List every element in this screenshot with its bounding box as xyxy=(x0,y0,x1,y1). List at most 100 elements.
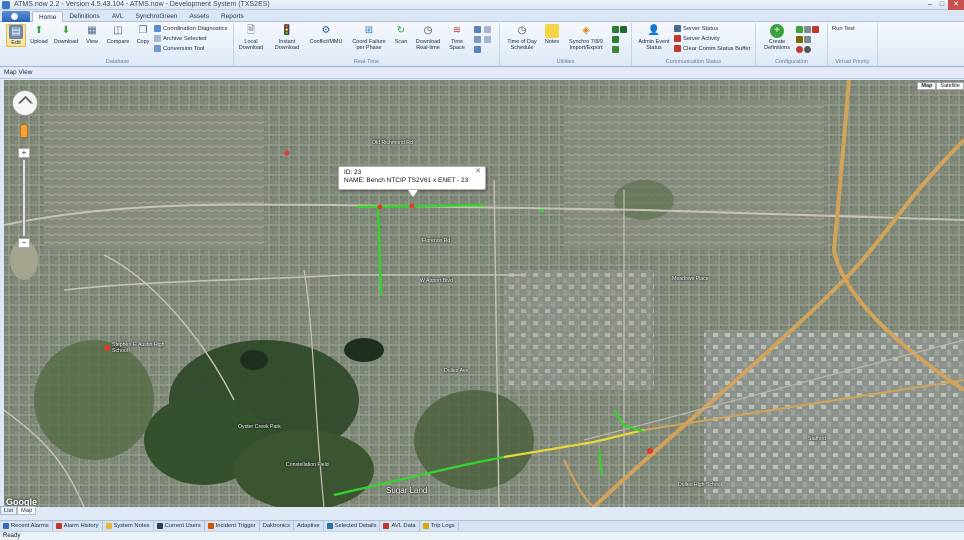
conflict-mmu-button[interactable]: ⚙ Conflict/MMU xyxy=(306,24,346,46)
zoom-slider[interactable]: + − xyxy=(18,148,30,248)
map-tab[interactable]: Map xyxy=(17,506,37,515)
time-of-day-schedule-button[interactable]: ◷ Time of Day Schedule xyxy=(504,24,540,52)
export-icon[interactable] xyxy=(620,26,627,33)
tab-system-notes[interactable]: System Notes xyxy=(103,521,154,531)
map-canvas[interactable]: Old Richmond Rd Florence Rd W Airport Bl… xyxy=(4,80,964,507)
admin-event-status-button[interactable]: 👤 Admin Event Status xyxy=(636,24,672,52)
notes-button[interactable]: Notes xyxy=(542,24,562,45)
map-view-header: Map View xyxy=(0,67,964,79)
tab-recent-alarms[interactable]: Recent Alarms xyxy=(0,521,53,531)
settings-icon[interactable] xyxy=(484,36,491,43)
zoom-out-button[interactable]: − xyxy=(18,238,30,248)
tab-avl[interactable]: AVL xyxy=(106,11,130,22)
zoom-track[interactable] xyxy=(22,159,26,237)
app-orb-icon xyxy=(11,13,18,20)
archive-selected-button[interactable]: Archive Selected xyxy=(154,34,207,43)
map-type-satellite[interactable]: Satellite xyxy=(936,82,964,90)
docked-panel-tabs: Recent Alarms Alarm History System Notes… xyxy=(0,520,964,531)
scan-button[interactable]: ↻ Scan xyxy=(392,24,410,46)
maximize-button[interactable]: □ xyxy=(936,0,948,10)
archive-icon xyxy=(154,35,161,42)
instant-download-button[interactable]: 🚦 Instant Download xyxy=(270,24,304,52)
pan-control[interactable] xyxy=(12,90,38,116)
copy-button[interactable]: ❐ Copy xyxy=(134,24,152,46)
ribbon-tab-bar: Home Definitions AVL SynchroGreen Assets… xyxy=(0,10,964,22)
tab-incident-trigger[interactable]: Incident Trigger xyxy=(205,521,260,531)
activity-icon xyxy=(674,35,681,42)
tab-avl-data[interactable]: AVL Data xyxy=(380,521,420,531)
map-type-map[interactable]: Map xyxy=(917,82,937,90)
tab-adaptive[interactable]: Adaptive xyxy=(294,521,324,531)
group-database-label: Database xyxy=(105,59,130,65)
download-button[interactable]: ⬇ Download xyxy=(52,24,80,46)
list-icon[interactable] xyxy=(474,46,481,53)
edit-button[interactable]: ▤ Edit xyxy=(6,24,26,47)
coordination-diagnostics-button[interactable]: Coordination Diagnostics xyxy=(154,24,227,33)
synchro-import-export-button[interactable]: ◈ Synchro 7/8/9 Import/Export xyxy=(564,24,608,52)
map-label-stafford: Stafford xyxy=(808,436,827,442)
run-test-button[interactable]: Run Test xyxy=(832,24,855,33)
upload-button[interactable]: ⬆ Upload xyxy=(28,24,50,46)
window-title: ATMS.now 2.2 - Version 4.5.43.104 - ATMS… xyxy=(14,1,270,8)
group-virtual-priority: Run Test Virtual Priority xyxy=(828,23,878,66)
group-utilities: ◷ Time of Day Schedule Notes ◈ Synchro 7… xyxy=(500,23,632,66)
table-icon[interactable] xyxy=(484,26,491,33)
diagnostics-icon xyxy=(154,25,161,32)
tab-synchrogreen[interactable]: SynchroGreen xyxy=(130,11,184,22)
sheet-icon[interactable] xyxy=(612,36,619,43)
tab-daktronics[interactable]: Daktronics xyxy=(260,521,295,531)
satellite-imagery xyxy=(4,80,964,507)
clear-comm-status-buffer-button[interactable]: Clear Comm Status Buffer xyxy=(674,44,751,53)
stop-icon[interactable] xyxy=(796,46,803,53)
map-label-dulles-high-school: Dulles High School xyxy=(678,482,722,488)
status-text: Ready xyxy=(3,533,21,539)
view-icon: ▦ xyxy=(87,25,97,36)
grid-icon[interactable] xyxy=(474,36,481,43)
list-map-tabs: List Map xyxy=(0,506,37,516)
toggle-icon[interactable] xyxy=(804,26,811,33)
conversion-tool-button[interactable]: Conversion Tool xyxy=(154,44,204,53)
tab-current-users[interactable]: Current Users xyxy=(154,521,205,531)
application-menu-button[interactable] xyxy=(2,11,30,22)
zoom-in-button[interactable]: + xyxy=(18,148,30,158)
chart-icon[interactable] xyxy=(474,26,481,33)
create-definitions-button[interactable]: + Create Definitions xyxy=(760,24,794,51)
close-button[interactable]: ✕ xyxy=(948,0,964,10)
config-icon[interactable] xyxy=(804,36,811,43)
view-button[interactable]: ▦ View xyxy=(82,24,102,46)
time-space-button[interactable]: ≋ Time Space xyxy=(446,24,468,52)
tab-reports[interactable]: Reports xyxy=(215,11,250,22)
record-icon[interactable] xyxy=(804,46,811,53)
compare-button[interactable]: ◫ Compare xyxy=(104,24,132,46)
street-view-pegman-icon[interactable] xyxy=(20,124,28,138)
server-activity-button[interactable]: Server Activity xyxy=(674,34,720,43)
group-communication-label: Communication Status xyxy=(665,59,722,65)
tab-home[interactable]: Home xyxy=(32,11,64,22)
server-status-button[interactable]: Server Status xyxy=(674,24,718,33)
coord-failure-button[interactable]: ⊞ Coord Failure per Phase xyxy=(348,24,390,52)
excel-icon[interactable] xyxy=(612,26,619,33)
edit-icon: ▤ xyxy=(9,25,23,39)
tab-definitions[interactable]: Definitions xyxy=(63,11,105,22)
popup-close-icon[interactable]: ✕ xyxy=(475,168,481,176)
tab-selected-details[interactable]: Selected Details xyxy=(324,521,381,531)
arrow-icon[interactable] xyxy=(612,46,619,53)
user-icon: 👤 xyxy=(647,25,661,36)
popup-pointer xyxy=(408,190,418,197)
upload-icon: ⬆ xyxy=(34,25,44,36)
flag-icon[interactable] xyxy=(812,26,819,33)
avl-icon xyxy=(383,523,390,529)
minimize-button[interactable]: – xyxy=(924,0,936,10)
tab-trip-logs[interactable]: Trip Logs xyxy=(420,521,459,531)
local-download-button[interactable]: 🗎 Local Download xyxy=(236,24,266,52)
map-label-stephen-f-austin: Stephen F. Austin High School xyxy=(112,342,165,354)
tab-assets[interactable]: Assets xyxy=(183,11,215,22)
list-tab[interactable]: List xyxy=(0,506,18,515)
pencil-icon[interactable] xyxy=(796,36,803,43)
map-label-oyster-creek-park: Oyster Creek Park xyxy=(238,424,281,430)
arrow-right-icon[interactable] xyxy=(796,26,803,33)
tab-alarm-history[interactable]: Alarm History xyxy=(53,521,103,531)
traffic-light-icon: 🚦 xyxy=(280,25,294,36)
download-realtime-button[interactable]: ◷ Download Real-time xyxy=(412,24,444,52)
download-icon: ⬇ xyxy=(61,25,71,36)
